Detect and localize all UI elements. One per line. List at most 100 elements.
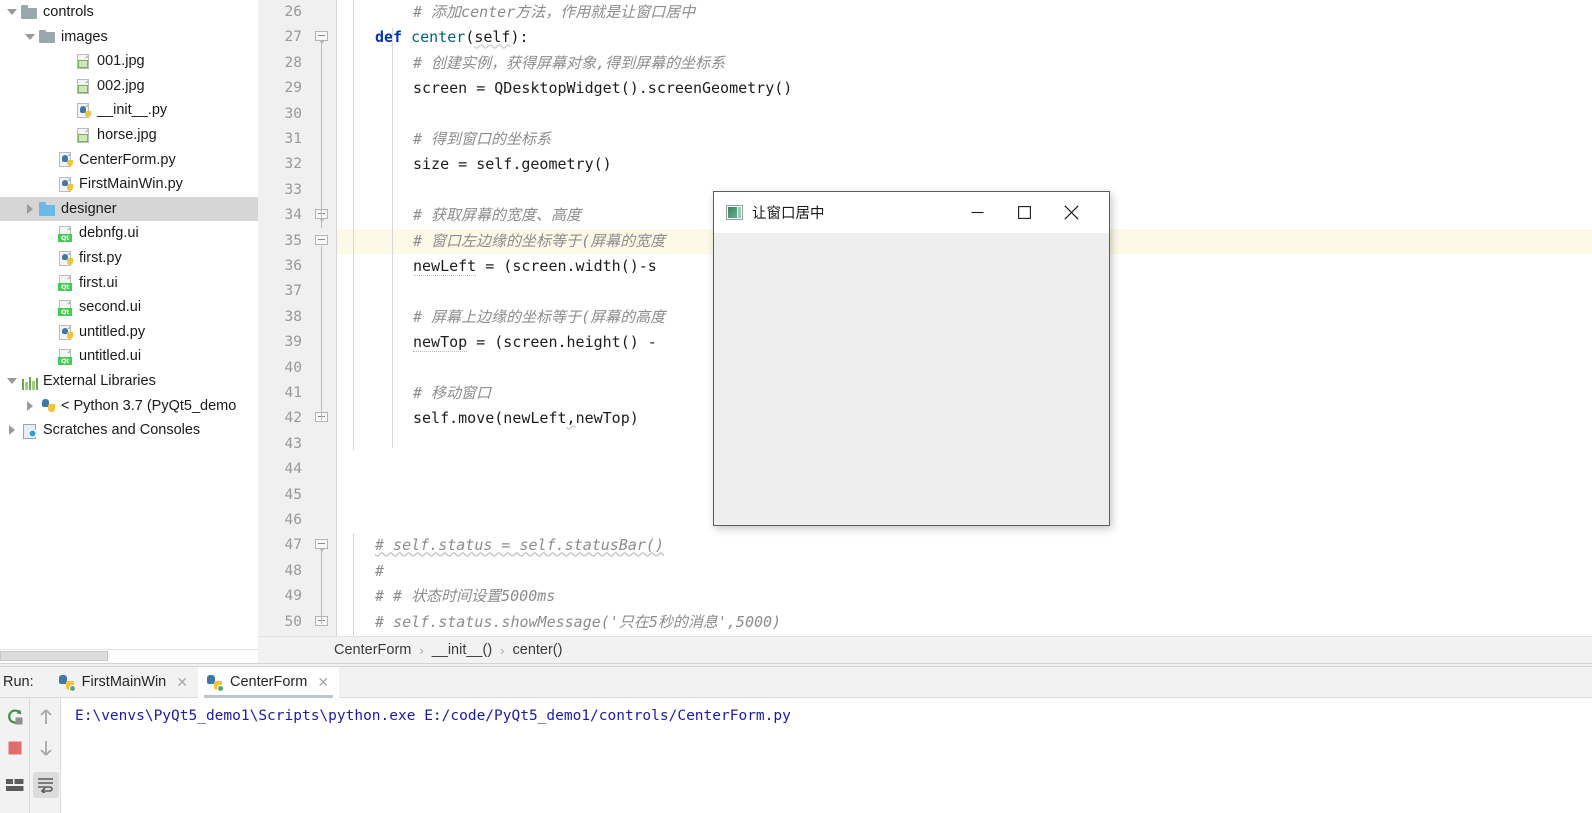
- line-number: 32: [284, 156, 302, 173]
- python-file-icon: [57, 176, 74, 193]
- tree-item[interactable]: first.py: [0, 246, 258, 271]
- run-tab-bar[interactable]: Run: FirstMainWin ✕ CenterForm ✕: [0, 666, 1592, 698]
- rerun-button[interactable]: [2, 704, 28, 730]
- tree-item-label: first.py: [79, 250, 122, 267]
- pycharm-window: controls images 001.jpg 002.jpg __init__.pyh…: [0, 0, 1592, 813]
- tree-item[interactable]: Qt first.ui: [0, 271, 258, 296]
- code-line[interactable]: # self.status.showMessage('只在5秒的消息',5000…: [337, 610, 1592, 635]
- close-icon[interactable]: ✕: [176, 674, 188, 691]
- line-number: 38: [284, 308, 302, 325]
- pyqt-window-title: 让窗口居中: [752, 206, 825, 222]
- run-toolbar-left[interactable]: [0, 698, 30, 813]
- code-line[interactable]: def center(self):: [337, 25, 1592, 50]
- code-line-text: # 得到窗口的坐标系: [413, 130, 552, 148]
- code-line[interactable]: # 添加center方法，作用就是让窗口居中: [337, 0, 1592, 25]
- tree-item[interactable]: External Libraries: [0, 369, 258, 394]
- library-icon: [21, 373, 39, 390]
- chevron-down-icon[interactable]: [23, 30, 37, 44]
- line-number: 49: [284, 588, 302, 605]
- run-tab-label: FirstMainWin: [81, 674, 167, 690]
- line-number: 41: [284, 385, 302, 401]
- pyqt-app-window[interactable]: 让窗口居中: [713, 191, 1110, 526]
- code-line[interactable]: # self.status = self.statusBar(): [337, 533, 1592, 558]
- tree-item[interactable]: Scratches and Consoles: [0, 418, 258, 443]
- line-number: 28: [284, 54, 302, 71]
- soft-wrap-toggle[interactable]: [33, 772, 59, 798]
- run-toolbar-right[interactable]: [30, 698, 61, 813]
- close-button[interactable]: [1048, 192, 1095, 233]
- chevron-right-icon[interactable]: [23, 202, 37, 216]
- tree-item[interactable]: < Python 3.7 (PyQt5_demo: [0, 394, 258, 419]
- soft-wrap-icon: [38, 778, 53, 793]
- code-line[interactable]: size = self.geometry(): [337, 152, 1592, 177]
- code-line-text: # 创建实例，获得屏幕对象,得到屏幕的坐标系: [413, 53, 726, 72]
- console-output[interactable]: E:\venvs\PyQt5_demo1\Scripts\python.exe …: [61, 698, 1592, 813]
- close-icon: [1064, 205, 1079, 220]
- editor-gutter[interactable]: 26 27 28 29 30 31 32 33 34 35 36 37 38 39 40 41 42 43 44 45…: [258, 0, 308, 636]
- tree-item[interactable]: designer: [0, 196, 258, 222]
- minimize-button[interactable]: [954, 192, 1001, 233]
- project-tree-panel[interactable]: controls images 001.jpg 002.jpg __init__.pyh…: [0, 0, 258, 663]
- chevron-right-icon[interactable]: [23, 399, 37, 413]
- line-number: 30: [284, 105, 302, 122]
- project-tree-hscrollbar[interactable]: [0, 649, 258, 661]
- breadcrumb-item[interactable]: center(): [513, 642, 563, 658]
- stop-button[interactable]: [2, 735, 28, 761]
- breadcrumb[interactable]: CenterForm › __init__() › center(): [258, 636, 1592, 663]
- code-line[interactable]: # 创建实例，获得屏幕对象,得到屏幕的坐标系: [337, 51, 1592, 76]
- folder-icon: [21, 4, 38, 21]
- pyqt-titlebar[interactable]: 让窗口居中: [714, 192, 1109, 233]
- tree-item-label: controls: [43, 4, 94, 21]
- tree-item-label: __init__.py: [97, 102, 168, 119]
- code-line[interactable]: # 得到窗口的坐标系: [337, 127, 1592, 152]
- tree-item[interactable]: 001.jpg: [0, 49, 258, 74]
- line-number: 42: [284, 410, 302, 427]
- print-button[interactable]: [2, 772, 28, 798]
- code-line-text: newLeft = (screen.width()-s: [413, 257, 657, 276]
- code-line-text: newTop = (screen.height() -: [413, 333, 657, 353]
- python-file-icon: [57, 250, 74, 267]
- tree-item[interactable]: Qt debnfg.ui: [0, 221, 258, 246]
- breadcrumb-item[interactable]: CenterForm: [334, 642, 411, 658]
- breadcrumb-separator: ›: [419, 642, 424, 658]
- line-number: 33: [284, 181, 302, 198]
- editor-fold-strip[interactable]: [308, 0, 336, 636]
- run-tab[interactable]: CenterForm ✕: [197, 666, 340, 698]
- tree-item[interactable]: __init__.py: [0, 98, 258, 123]
- scroll-up-button[interactable]: [33, 704, 59, 730]
- close-icon[interactable]: ✕: [317, 674, 329, 691]
- maximize-button[interactable]: [1001, 192, 1048, 233]
- tree-item[interactable]: Qt untitled.ui: [0, 344, 258, 369]
- tree-item[interactable]: Qt second.ui: [0, 295, 258, 320]
- qt-file-icon: Qt: [57, 299, 74, 316]
- qt-file-icon: Qt: [57, 225, 74, 243]
- breadcrumb-item[interactable]: __init__(): [432, 642, 492, 658]
- indent-guide: [353, 0, 354, 450]
- python-file-icon: [57, 324, 74, 341]
- app-icon: [726, 205, 743, 220]
- tree-item[interactable]: 002.jpg: [0, 74, 258, 99]
- python-run-icon: [206, 674, 224, 692]
- code-line[interactable]: [337, 102, 1592, 127]
- tree-item[interactable]: untitled.py: [0, 320, 258, 345]
- python-file-icon: [75, 102, 92, 119]
- tree-item[interactable]: FirstMainWin.py: [0, 172, 258, 197]
- chevron-right-icon[interactable]: [5, 423, 19, 437]
- chevron-down-icon[interactable]: [5, 374, 19, 388]
- code-line[interactable]: # # 状态时间设置5000ms: [337, 584, 1592, 609]
- python-file-icon: [57, 151, 74, 168]
- run-tab[interactable]: FirstMainWin ✕: [50, 667, 198, 698]
- code-line[interactable]: screen = QDesktopWidget().screenGeometry…: [337, 76, 1592, 101]
- line-number: 43: [284, 435, 302, 452]
- tree-item[interactable]: CenterForm.py: [0, 148, 258, 173]
- tree-item[interactable]: images: [0, 25, 258, 50]
- code-line[interactable]: #: [337, 559, 1592, 584]
- chevron-down-icon[interactable]: [5, 5, 19, 19]
- scrollbar-thumb[interactable]: [0, 651, 108, 661]
- tree-item[interactable]: horse.jpg: [0, 123, 258, 148]
- tree-item[interactable]: controls: [0, 0, 258, 25]
- scroll-down-button[interactable]: [33, 735, 59, 761]
